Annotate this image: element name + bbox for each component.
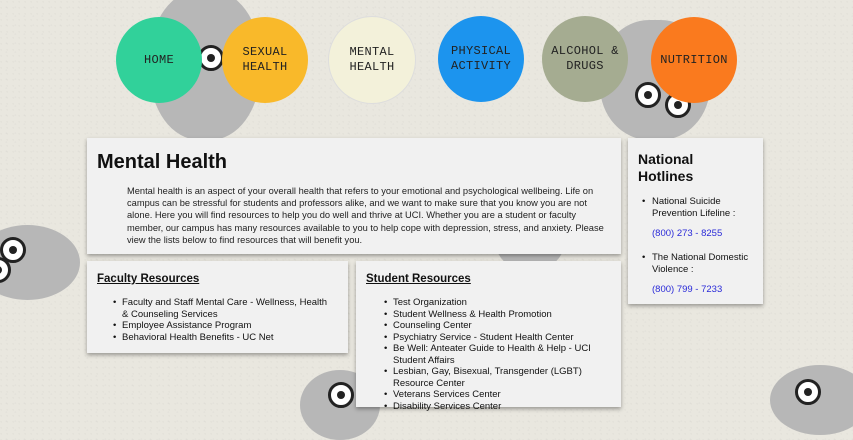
glasses-icon [795, 379, 821, 405]
hotlines-title: National Hotlines [638, 151, 694, 184]
list-item[interactable]: Behavioral Health Benefits - UC Net [113, 332, 336, 344]
list-item: National Suicide Prevention Lifeline : (… [642, 196, 756, 240]
hotlines-panel: National Hotlines National Suicide Preve… [628, 138, 763, 304]
nav-home[interactable]: HOME [116, 17, 202, 103]
mouse-illustration [0, 225, 80, 300]
glasses-icon [328, 382, 354, 408]
faculty-resources-title: Faculty Resources [97, 273, 200, 285]
list-item[interactable]: Student Wellness & Health Promotion [384, 309, 608, 321]
faculty-resources-panel: Faculty Resources Faculty and Staff Ment… [87, 261, 348, 353]
list-item[interactable]: Disability Services Center [384, 401, 608, 413]
list-item[interactable]: Psychiatry Service - Student Health Cent… [384, 332, 608, 344]
faculty-resources-list: Faculty and Staff Mental Care - Wellness… [113, 297, 336, 344]
nav-alcohol-drugs[interactable]: ALCOHOL & DRUGS [542, 16, 628, 102]
hotlines-list: National Suicide Prevention Lifeline : (… [642, 196, 756, 304]
intro-text: Mental health is an aspect of your overa… [127, 186, 604, 245]
student-resources-panel: Student Resources Test Organization Stud… [356, 261, 621, 412]
list-item[interactable]: Veterans Services Center [384, 389, 608, 401]
list-item[interactable]: Employee Assistance Program [113, 320, 336, 332]
list-item[interactable]: Test Organization [384, 297, 608, 309]
mouse-illustration [770, 365, 853, 435]
hotline-phone-link[interactable]: (800) 799 - 7233 [652, 284, 756, 296]
student-resources-title: Student Resources [366, 273, 471, 285]
list-item[interactable]: Lesbian, Gay, Bisexual, Transgender (LGB… [384, 366, 608, 389]
list-item: The National Domestic Violence : (800) 7… [642, 252, 756, 296]
hotline-phone-link[interactable]: (800) 273 - 8255 [652, 228, 756, 240]
hotline-name: National Suicide Prevention Lifeline : [652, 196, 736, 219]
page-title: Mental Health [97, 151, 228, 173]
main-nav: HOME SEXUAL HEALTH MENTAL HEALTH PHYSICA… [0, 0, 853, 130]
student-resources-list: Test Organization Student Wellness & Hea… [384, 297, 608, 413]
hotline-name: The National Domestic Violence : [652, 252, 749, 275]
intro-panel: Mental Health Mental health is an aspect… [87, 138, 621, 254]
nav-physical-activity[interactable]: PHYSICAL ACTIVITY [438, 16, 524, 102]
nav-nutrition[interactable]: NUTRITION [651, 17, 737, 103]
list-item[interactable]: Be Well: Anteater Guide to Health & Help… [384, 343, 608, 366]
nav-mental-health[interactable]: MENTAL HEALTH [328, 16, 416, 104]
list-item[interactable]: Counseling Center [384, 320, 608, 332]
list-item[interactable]: Faculty and Staff Mental Care - Wellness… [113, 297, 336, 320]
nav-sexual-health[interactable]: SEXUAL HEALTH [222, 17, 308, 103]
